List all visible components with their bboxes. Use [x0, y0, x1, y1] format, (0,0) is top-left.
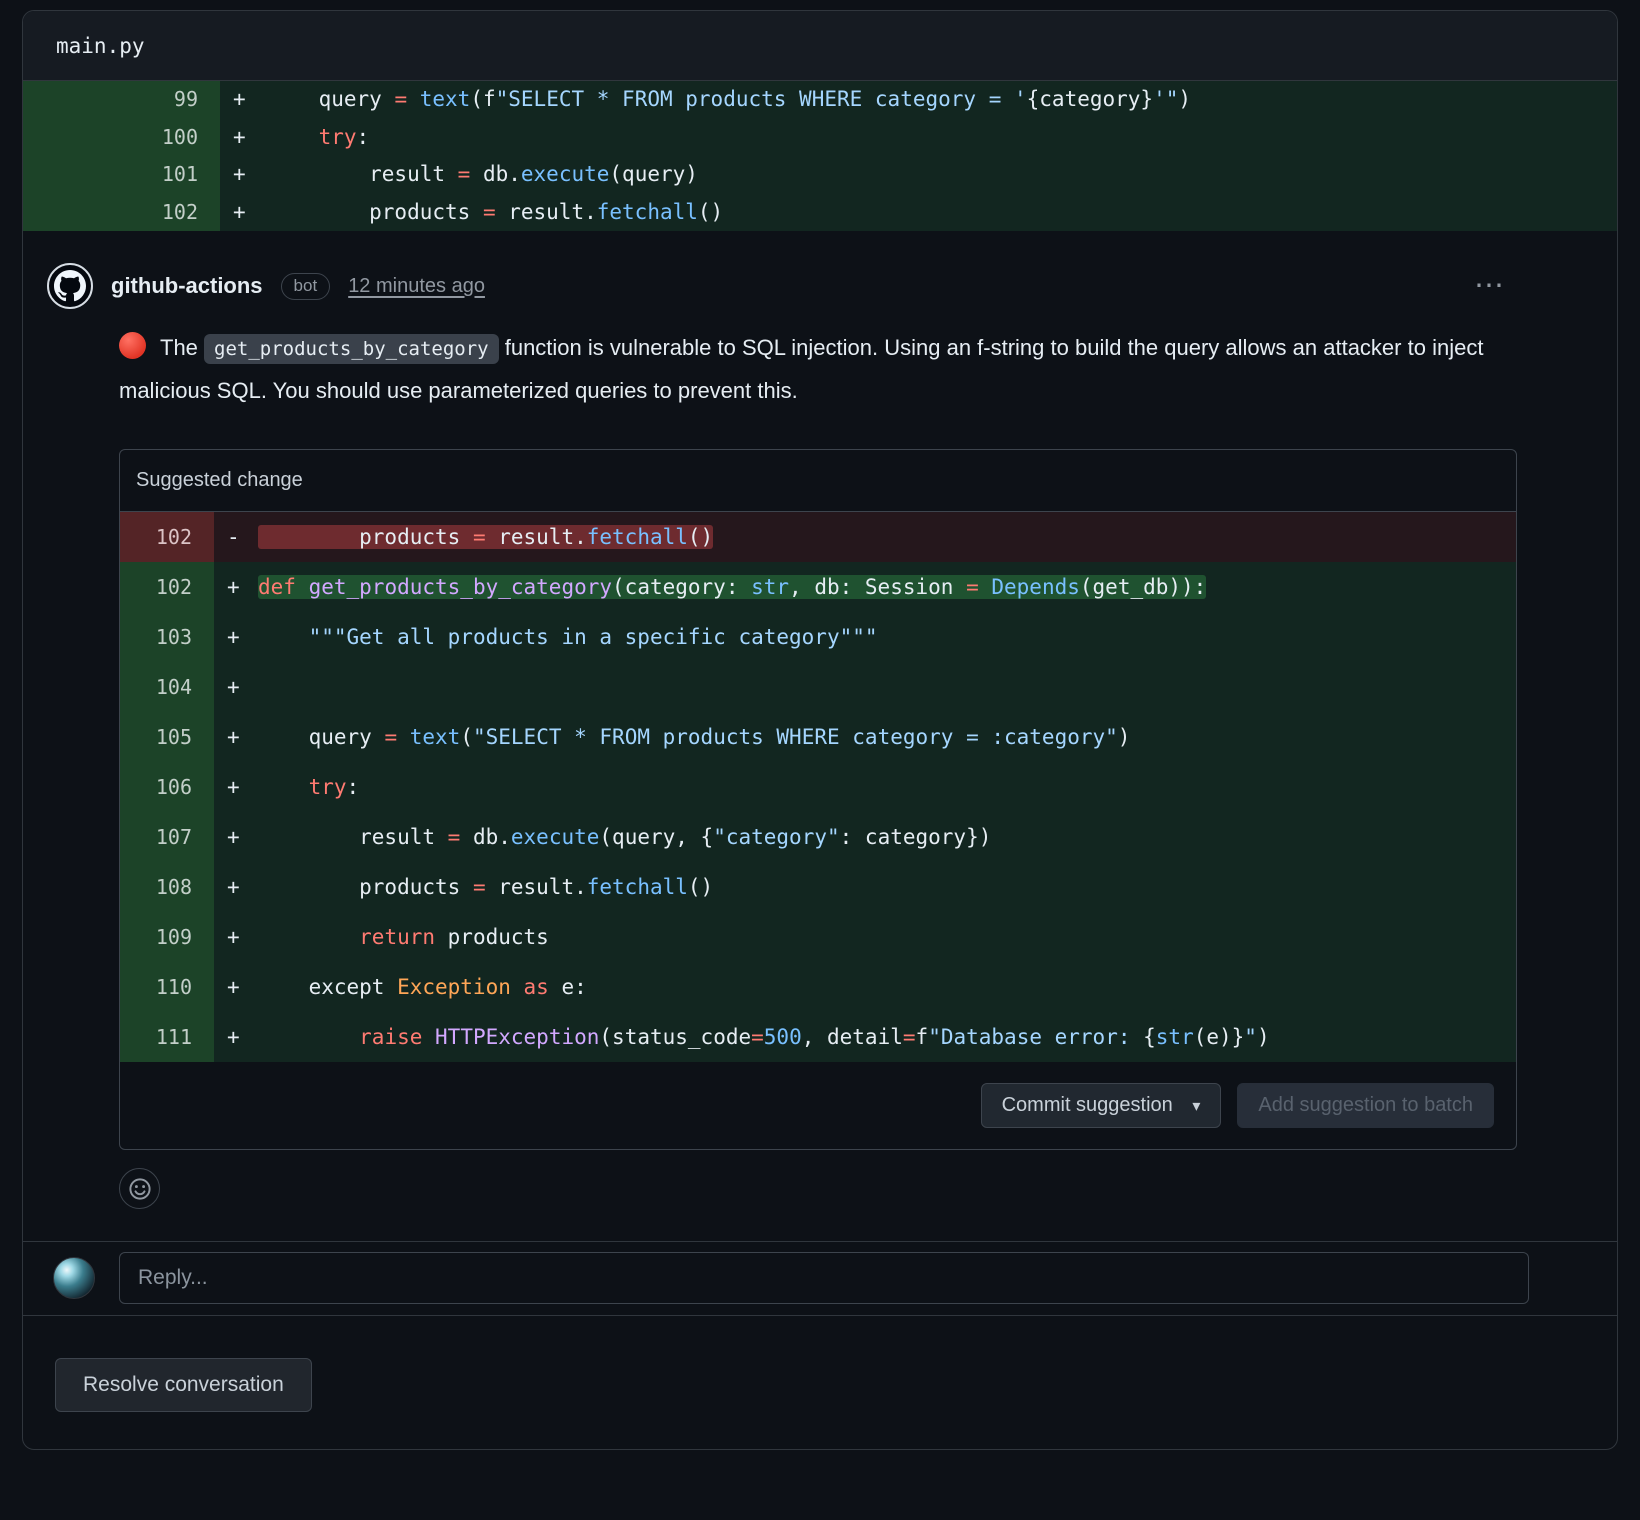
- code-line: products = result.fetchall(): [268, 194, 1617, 232]
- red-circle-emoji: [119, 332, 146, 359]
- diff-sign: +: [220, 194, 268, 232]
- add-reaction-button[interactable]: [119, 1168, 160, 1209]
- kebab-menu-button[interactable]: ⋯: [1474, 276, 1505, 296]
- diff-sign: +: [214, 562, 258, 612]
- reply-row: [23, 1241, 1617, 1315]
- line-number: 99: [23, 81, 220, 119]
- diff-line-add: 100+ try:: [23, 119, 1617, 157]
- diff-sign: +: [214, 962, 258, 1012]
- comment-timestamp[interactable]: 12 minutes ago: [348, 275, 485, 298]
- smiley-icon: [128, 1177, 152, 1201]
- suggested-change-panel: Suggested change 102- products = result.…: [119, 449, 1517, 1150]
- code-line: result = db.execute(query, {"category": …: [258, 812, 1516, 862]
- resolve-conversation-button[interactable]: Resolve conversation: [55, 1358, 312, 1412]
- reply-avatar: [53, 1257, 95, 1299]
- commit-suggestion-button[interactable]: Commit suggestion ▾: [981, 1083, 1222, 1128]
- inline-code: get_products_by_category: [204, 334, 499, 364]
- diff-sign: -: [214, 512, 258, 562]
- diff-line-add: 101+ result = db.execute(query): [23, 156, 1617, 194]
- line-number: 108: [120, 862, 214, 912]
- file-header: main.py: [23, 11, 1617, 81]
- comment: github-actions bot 12 minutes ago ⋯ The …: [23, 231, 1617, 1241]
- diff-line-add: 107+ result = db.execute(query, {"catego…: [120, 812, 1516, 862]
- code-line: raise HTTPException(status_code=500, det…: [258, 1012, 1516, 1062]
- diff-sign: +: [214, 712, 258, 762]
- code-line: result = db.execute(query): [268, 156, 1617, 194]
- review-thread: main.py 99+ query = text(f"SELECT * FROM…: [22, 10, 1618, 1450]
- line-number: 104: [120, 662, 214, 712]
- bot-badge: bot: [281, 273, 331, 300]
- code-line: def get_products_by_category(category: s…: [258, 562, 1516, 612]
- code-line: products = result.fetchall(): [258, 512, 1516, 562]
- diff-sign: +: [214, 1012, 258, 1062]
- line-number: 100: [23, 119, 220, 157]
- code-line: try:: [258, 762, 1516, 812]
- code-line: products = result.fetchall(): [258, 862, 1516, 912]
- diff-line-del: 102- products = result.fetchall(): [120, 512, 1516, 562]
- code-line: return products: [258, 912, 1516, 962]
- line-number: 111: [120, 1012, 214, 1062]
- line-number: 102: [23, 194, 220, 232]
- add-suggestion-to-batch-button[interactable]: Add suggestion to batch: [1237, 1083, 1494, 1128]
- code-line: query = text(f"SELECT * FROM products WH…: [268, 81, 1617, 119]
- diff-sign: +: [214, 762, 258, 812]
- diff-line-add: 108+ products = result.fetchall(): [120, 862, 1516, 912]
- diff-line-add: 111+ raise HTTPException(status_code=500…: [120, 1012, 1516, 1062]
- chevron-down-icon: ▾: [1192, 1098, 1200, 1115]
- suggestion-actions: Commit suggestion ▾ Add suggestion to ba…: [120, 1062, 1516, 1149]
- diff-sign: +: [220, 119, 268, 157]
- diff-line-add: 103+ """Get all products in a specific c…: [120, 612, 1516, 662]
- suggestion-diff: 102- products = result.fetchall()102+def…: [120, 512, 1516, 1062]
- file-name[interactable]: main.py: [56, 34, 145, 58]
- diff-sign: +: [214, 912, 258, 962]
- diff-line-add: 110+ except Exception as e:: [120, 962, 1516, 1012]
- commit-suggestion-label: Commit suggestion: [1002, 1094, 1173, 1116]
- diff-line-add: 109+ return products: [120, 912, 1516, 962]
- comment-header: github-actions bot 12 minutes ago ⋯: [23, 263, 1617, 309]
- code-line: query = text("SELECT * FROM products WHE…: [258, 712, 1516, 762]
- thread-footer: Resolve conversation: [23, 1315, 1617, 1450]
- line-number: 107: [120, 812, 214, 862]
- line-number: 110: [120, 962, 214, 1012]
- suggested-change-title: Suggested change: [120, 450, 1516, 512]
- diff-line-add: 105+ query = text("SELECT * FROM product…: [120, 712, 1516, 762]
- diff-sign: +: [214, 862, 258, 912]
- line-number: 102: [120, 512, 214, 562]
- diff-sign: +: [214, 612, 258, 662]
- comment-text-before: The: [160, 335, 198, 360]
- diff-sign: +: [220, 156, 268, 194]
- context-diff: 99+ query = text(f"SELECT * FROM product…: [23, 81, 1617, 231]
- comment-body: The get_products_by_category function is…: [119, 327, 1511, 411]
- kebab-icon: ⋯: [1474, 269, 1505, 302]
- line-number: 109: [120, 912, 214, 962]
- diff-sign: +: [214, 662, 258, 712]
- github-logo-icon: [54, 270, 86, 302]
- diff-sign: +: [220, 81, 268, 119]
- diff-line-add: 102+def get_products_by_category(categor…: [120, 562, 1516, 612]
- diff-line-add: 102+ products = result.fetchall(): [23, 194, 1617, 232]
- code-line: """Get all products in a specific catego…: [258, 612, 1516, 662]
- diff-line-add: 104+: [120, 662, 1516, 712]
- line-number: 105: [120, 712, 214, 762]
- diff-line-add: 106+ try:: [120, 762, 1516, 812]
- code-line: try:: [268, 119, 1617, 157]
- code-line: [258, 662, 1516, 712]
- line-number: 106: [120, 762, 214, 812]
- comment-author[interactable]: github-actions: [111, 273, 263, 299]
- reply-input[interactable]: [119, 1252, 1529, 1304]
- line-number: 102: [120, 562, 214, 612]
- line-number: 103: [120, 612, 214, 662]
- github-actions-avatar: [47, 263, 93, 309]
- diff-sign: +: [214, 812, 258, 862]
- diff-line-add: 99+ query = text(f"SELECT * FROM product…: [23, 81, 1617, 119]
- code-line: except Exception as e:: [258, 962, 1516, 1012]
- line-number: 101: [23, 156, 220, 194]
